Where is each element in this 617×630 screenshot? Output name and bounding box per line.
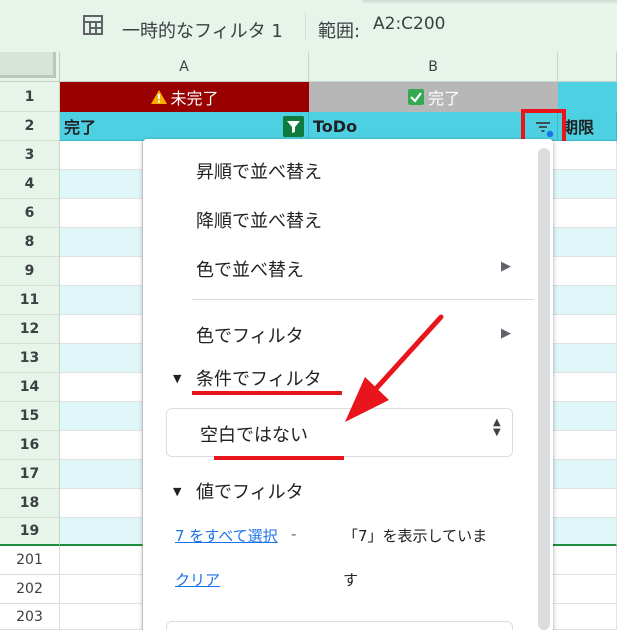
row-header[interactable]: 18 bbox=[0, 489, 60, 518]
row-header[interactable]: 8 bbox=[0, 228, 60, 257]
table-cell[interactable] bbox=[60, 604, 143, 630]
column-header-a[interactable]: A bbox=[60, 52, 309, 82]
submenu-arrow-icon: ▶ bbox=[501, 326, 511, 341]
status-cell-complete[interactable]: 完了 bbox=[309, 82, 558, 112]
header-cell-deadline[interactable]: 期限 bbox=[558, 112, 617, 141]
table-cell[interactable] bbox=[60, 518, 143, 546]
showing-count-text-cont: す bbox=[343, 571, 359, 589]
table-cell[interactable] bbox=[60, 141, 143, 170]
row-header[interactable]: 19 bbox=[0, 518, 60, 546]
table-cell[interactable] bbox=[553, 373, 617, 402]
status-cell-c[interactable] bbox=[558, 82, 617, 112]
header-label-todo: ToDo bbox=[313, 116, 358, 136]
filter-name[interactable]: 一時的なフィルタ 1 bbox=[122, 17, 283, 43]
header-label-done: 完了 bbox=[64, 118, 97, 137]
row-header[interactable]: 13 bbox=[0, 344, 60, 373]
table-cell[interactable] bbox=[553, 257, 617, 286]
header-label-deadline: 期限 bbox=[562, 118, 595, 137]
status-label-complete: 完了 bbox=[427, 89, 460, 108]
table-cell[interactable] bbox=[60, 489, 143, 518]
row-header[interactable]: 15 bbox=[0, 402, 60, 431]
status-label-incomplete: 未完了 bbox=[170, 89, 219, 108]
row-header[interactable]: 4 bbox=[0, 170, 60, 199]
table-cell[interactable] bbox=[60, 315, 143, 344]
table-cell[interactable] bbox=[553, 489, 617, 518]
row-header[interactable]: 1 bbox=[0, 82, 60, 112]
row-header[interactable]: 203 bbox=[0, 604, 60, 630]
table-cell[interactable] bbox=[60, 373, 143, 402]
table-cell[interactable] bbox=[60, 431, 143, 460]
freeze-handle[interactable] bbox=[0, 52, 56, 78]
row-header[interactable]: 12 bbox=[0, 315, 60, 344]
table-cell[interactable] bbox=[60, 170, 143, 199]
popup-shadow bbox=[362, 0, 617, 4]
table-cell[interactable] bbox=[60, 257, 143, 286]
row-header[interactable]: 9 bbox=[0, 257, 60, 286]
column-header-b[interactable]: B bbox=[309, 52, 558, 82]
column-header-c[interactable] bbox=[558, 52, 617, 82]
menu-item-sort-asc[interactable]: 昇順で並べ替え bbox=[196, 158, 322, 184]
table-cell[interactable] bbox=[553, 344, 617, 373]
table-cell[interactable] bbox=[553, 141, 617, 170]
collapse-triangle-icon[interactable]: ▼ bbox=[173, 485, 181, 498]
table-cell[interactable] bbox=[553, 575, 617, 604]
table-cell[interactable] bbox=[60, 199, 143, 228]
table-cell[interactable] bbox=[553, 199, 617, 228]
row-header[interactable]: 17 bbox=[0, 460, 60, 489]
table-cell[interactable] bbox=[60, 286, 143, 315]
active-filter-icon[interactable] bbox=[283, 116, 304, 137]
filter-view-icon[interactable] bbox=[82, 14, 104, 36]
row-header[interactable]: 16 bbox=[0, 431, 60, 460]
table-cell[interactable] bbox=[553, 228, 617, 257]
select-all-link[interactable]: 7 をすべて選択 bbox=[175, 525, 278, 546]
section-filter-by-condition[interactable]: 条件でフィルタ bbox=[196, 365, 322, 391]
table-cell[interactable] bbox=[553, 170, 617, 199]
status-cell-incomplete[interactable]: 未完了 bbox=[60, 82, 309, 112]
clear-link[interactable]: クリア bbox=[175, 569, 220, 590]
menu-item-sort-desc[interactable]: 降順で並べ替え bbox=[196, 207, 322, 233]
link-separator: - bbox=[291, 525, 297, 543]
row-header[interactable]: 3 bbox=[0, 141, 60, 170]
check-box-icon bbox=[407, 89, 424, 105]
table-cell[interactable] bbox=[553, 315, 617, 344]
section-filter-by-values[interactable]: 値でフィルタ bbox=[196, 478, 304, 504]
row-header[interactable]: 14 bbox=[0, 373, 60, 402]
table-cell[interactable] bbox=[60, 402, 143, 431]
select-arrows-icon: ▲ ▼ bbox=[493, 417, 501, 438]
range-value[interactable]: A2:C200 bbox=[373, 14, 446, 34]
toolbar-separator bbox=[305, 12, 306, 40]
range-label: 範囲: bbox=[318, 21, 361, 42]
showing-count-text: 「7」を表示していま bbox=[343, 527, 488, 545]
table-cell[interactable] bbox=[553, 518, 617, 546]
table-cell[interactable] bbox=[60, 575, 143, 604]
table-cell[interactable] bbox=[60, 546, 143, 575]
menu-scrollbar[interactable] bbox=[538, 148, 550, 630]
table-cell[interactable] bbox=[553, 286, 617, 315]
table-cell[interactable] bbox=[553, 546, 617, 575]
submenu-arrow-icon: ▶ bbox=[501, 259, 511, 274]
table-cell[interactable] bbox=[553, 402, 617, 431]
row-header[interactable]: 11 bbox=[0, 286, 60, 315]
menu-item-sort-by-color[interactable]: 色で並べ替え bbox=[196, 256, 304, 282]
table-cell[interactable] bbox=[553, 460, 617, 489]
menu-item-filter-by-color[interactable]: 色でフィルタ bbox=[196, 322, 304, 348]
table-cell[interactable] bbox=[60, 228, 143, 257]
table-cell[interactable] bbox=[60, 344, 143, 373]
condition-select-value: 空白ではない bbox=[200, 425, 308, 446]
row-header[interactable]: 201 bbox=[0, 546, 60, 575]
value-search-input[interactable] bbox=[166, 621, 513, 630]
collapse-triangle-icon[interactable]: ▼ bbox=[173, 372, 181, 385]
header-cell-done[interactable]: 完了 bbox=[60, 112, 309, 141]
warning-icon bbox=[151, 90, 168, 104]
annotation-underline bbox=[192, 391, 342, 395]
table-cell[interactable] bbox=[553, 431, 617, 460]
annotation-underline bbox=[214, 456, 344, 460]
table-cell[interactable] bbox=[553, 604, 617, 630]
row-header[interactable]: 6 bbox=[0, 199, 60, 228]
menu-divider bbox=[192, 299, 534, 300]
table-cell[interactable] bbox=[60, 460, 143, 489]
row-header[interactable]: 202 bbox=[0, 575, 60, 604]
row-header[interactable]: 2 bbox=[0, 112, 60, 141]
